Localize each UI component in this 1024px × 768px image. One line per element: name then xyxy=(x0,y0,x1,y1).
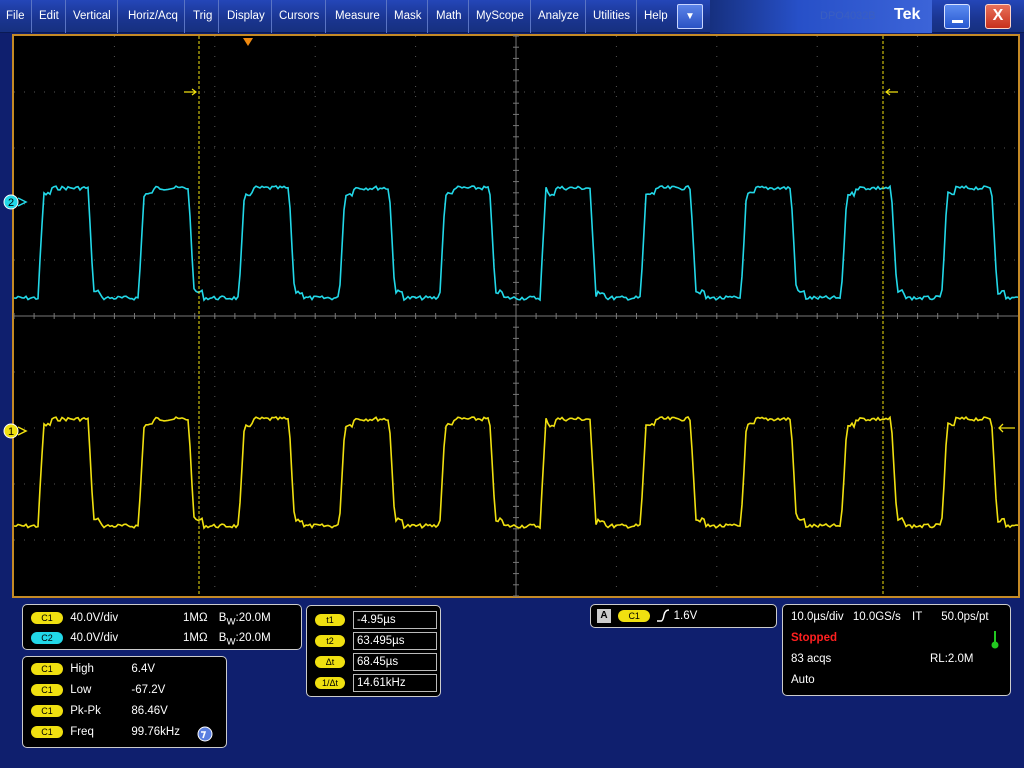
ch1-bandwidth: :20.0M xyxy=(235,612,271,624)
cursor-inverse-delta-label: 1/Δt xyxy=(315,677,345,689)
close-button[interactable]: X xyxy=(985,4,1011,29)
trigger-level-icon xyxy=(998,423,1015,433)
sample-rate: 10.0GS/s xyxy=(852,611,901,623)
ch2-bandwidth: :20.0M xyxy=(235,632,271,644)
menu-vertical[interactable]: Vertical xyxy=(67,0,118,33)
ch1-settings-row[interactable]: C1 40.0V/div xyxy=(31,612,118,624)
graticule: 21 xyxy=(3,35,1019,597)
measurement-value: -67.2V xyxy=(131,684,166,697)
channel-2-marker[interactable]: 2 xyxy=(3,194,28,210)
measurement-name: Freq xyxy=(70,726,94,739)
cursor-t1-label: t1 xyxy=(315,614,345,626)
timebase-row: 10.0µs/div 10.0GS/s IT 50.0ps/pt xyxy=(791,611,989,623)
trigger-mode-auto: Auto xyxy=(791,674,815,686)
measurement-row[interactable]: C1 High 6.4V xyxy=(31,663,155,675)
measurement-source-badge: C1 xyxy=(31,684,63,696)
measurement-name: Pk-Pk xyxy=(70,705,101,718)
ch2-scale: 40.0V/div xyxy=(70,632,119,645)
trigger-mode: A xyxy=(597,609,611,623)
stats-icon[interactable] xyxy=(197,726,213,742)
ch2-impedance: 1MΩ xyxy=(183,632,208,644)
channel-1-marker-label: 1 xyxy=(8,426,14,438)
minimize-icon xyxy=(952,20,963,23)
ch1-coupling: 1MΩ BW:20.0M xyxy=(183,612,271,627)
menu-myscope[interactable]: MyScope xyxy=(470,0,531,33)
waveform-display[interactable]: 21 xyxy=(3,34,1020,598)
cursor-delta-label: Δt xyxy=(315,656,345,668)
ch1-badge: C1 xyxy=(31,612,63,624)
trigger-position-icon xyxy=(243,38,253,46)
rising-edge-icon xyxy=(657,609,670,622)
channel-1-marker[interactable]: 1 xyxy=(3,423,28,439)
menu-edit[interactable]: Edit xyxy=(33,0,66,33)
ch2-badge: C2 xyxy=(31,632,63,644)
time-resolution: 50.0ps/pt xyxy=(941,611,989,623)
menu-horiz-acq[interactable]: Horiz/Acq xyxy=(122,0,185,33)
minimize-button[interactable] xyxy=(944,4,970,29)
measurement-row[interactable]: C1 Freq 99.76kHz xyxy=(31,726,180,738)
cursor-t1-arrow-icon xyxy=(184,88,197,96)
trigger-source-badge: C1 xyxy=(618,610,651,622)
cursor-t2-value: 63.495µs xyxy=(353,632,437,650)
model-label: DPO4032B xyxy=(820,10,876,22)
acquisition-status: Stopped xyxy=(791,632,837,644)
measurement-value: 6.4V xyxy=(131,663,156,676)
trigger-level: 1.6V xyxy=(673,610,698,623)
measurement-source-badge: C1 xyxy=(31,663,63,675)
menu-help[interactable]: Help xyxy=(638,0,674,33)
chevron-down-icon: ▼ xyxy=(685,11,695,22)
ch2-coupling: 1MΩ BW:20.0M xyxy=(183,632,271,647)
ch1-impedance: 1MΩ xyxy=(183,612,208,624)
measurement-source-badge: C1 xyxy=(31,705,63,717)
cursor-inverse-delta-value: 14.61kHz xyxy=(353,674,437,692)
trigger-row: A C1 1.6V xyxy=(597,609,697,623)
channel-settings-panel[interactable]: C1 40.0V/div 1MΩ BW:20.0M C2 40.0V/div 1… xyxy=(22,604,302,650)
trigger-panel[interactable]: A C1 1.6V xyxy=(590,604,777,628)
measurement-name: High xyxy=(70,663,94,676)
ch1-scale: 40.0V/div xyxy=(70,612,119,625)
measurement-value: 99.76kHz xyxy=(131,726,180,739)
menu-utilities[interactable]: Utilities xyxy=(587,0,638,33)
channel-2-marker-arrow-icon xyxy=(17,197,28,207)
cursor-delta-value: 68.45µs xyxy=(353,653,437,671)
menu-display[interactable]: Display xyxy=(221,0,272,33)
acquisition-count: 83 acqs xyxy=(791,653,832,665)
measurement-value: 86.46V xyxy=(131,705,168,718)
menu-dropdown-button[interactable]: ▼ xyxy=(677,4,703,29)
menu-file[interactable]: File xyxy=(0,0,32,33)
menu-measure[interactable]: Measure xyxy=(329,0,387,33)
acquisition-mode: IT xyxy=(912,611,923,623)
menu-trig[interactable]: Trig xyxy=(187,0,220,33)
measurement-row[interactable]: C1 Low -67.2V xyxy=(31,684,165,696)
acquisition-panel[interactable]: 10.0µs/div 10.0GS/s IT 50.0ps/pt Stopped… xyxy=(782,604,1011,696)
ch2-settings-row[interactable]: C2 40.0V/div xyxy=(31,632,118,644)
menu-cursors[interactable]: Cursors xyxy=(273,0,327,33)
record-length: RL:2.0M xyxy=(930,653,974,665)
menu-analyze[interactable]: Analyze xyxy=(532,0,586,33)
cursor-readout-panel[interactable]: t1 -4.95µs t2 63.495µs Δt 68.45µs 1/Δt 1… xyxy=(306,605,441,697)
cursor-t1-value: -4.95µs xyxy=(353,611,437,629)
cursor-t2-label: t2 xyxy=(315,635,345,647)
measurements-panel[interactable]: C1 High 6.4V C1 Low -67.2V C1 Pk-Pk 86.4… xyxy=(22,656,227,748)
measurement-row[interactable]: C1 Pk-Pk 86.46V xyxy=(31,705,168,717)
measurement-name: Low xyxy=(70,684,92,697)
measurement-source-badge: C1 xyxy=(31,726,63,738)
cursor-t2-arrow-icon xyxy=(885,88,898,96)
tek-logo: Tek xyxy=(894,6,921,23)
timebase: 10.0µs/div xyxy=(791,611,844,623)
trigger-status-icon xyxy=(991,631,999,649)
channel-2-marker-label: 2 xyxy=(8,197,14,209)
menu-mask[interactable]: Mask xyxy=(388,0,429,33)
menu-math[interactable]: Math xyxy=(430,0,469,33)
ch2-bw-sub: W xyxy=(226,636,236,648)
ch1-bw-sub: W xyxy=(226,616,236,628)
menu-bar: File Edit Vertical Horiz/Acq Trig Displa… xyxy=(0,0,1024,33)
